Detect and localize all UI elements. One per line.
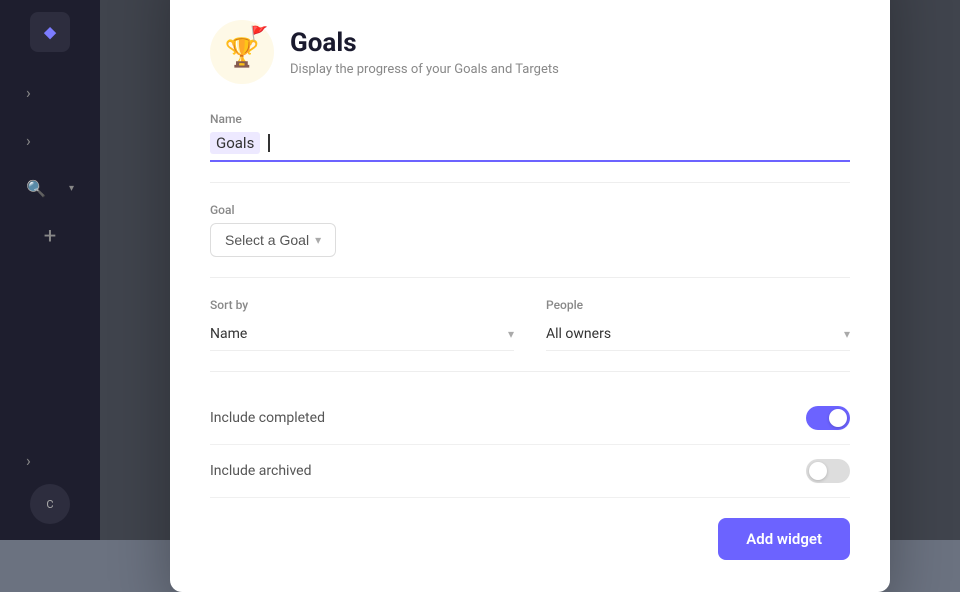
chevron-right-icon: › [26, 131, 31, 150]
people-chevron-icon: ▾ [844, 327, 850, 341]
sidebar-item-1[interactable]: › [20, 72, 80, 112]
sort-value: Name [210, 326, 247, 342]
sort-dropdown[interactable]: Name ▾ [210, 318, 514, 351]
sidebar-item-2[interactable]: › [20, 120, 80, 160]
people-dropdown[interactable]: All owners ▾ [546, 318, 850, 351]
sidebar: ⬥ › › 🔍 ▾ + › C [0, 0, 100, 540]
sidebar-logo[interactable]: ⬥ [30, 12, 70, 52]
sort-by-group: Sort by Name ▾ [210, 298, 514, 351]
toggle-thumb [829, 409, 847, 427]
text-cursor [268, 134, 270, 152]
search-icon: 🔍 [26, 179, 46, 198]
modal-subtitle: Display the progress of your Goals and T… [290, 62, 559, 77]
include-archived-row: Include archived [210, 445, 850, 498]
select-goal-button[interactable]: Select a Goal ▾ [210, 223, 336, 257]
logo-icon: ⬥ [44, 22, 57, 43]
sidebar-add-button[interactable]: + [30, 216, 70, 256]
include-archived-label: Include archived [210, 463, 311, 479]
name-value[interactable]: Goals [210, 132, 260, 154]
modal-footer: Add widget [210, 518, 850, 560]
people-value: All owners [546, 326, 611, 342]
flag-icon: 🚩 [251, 26, 268, 42]
goal-label: Goal [210, 203, 850, 217]
sort-label: Sort by [210, 298, 514, 312]
chevron-down-icon: ▾ [69, 183, 74, 194]
sort-people-section: Sort by Name ▾ People All owners ▾ [210, 298, 850, 372]
include-completed-label: Include completed [210, 410, 325, 426]
modal-title: Goals [290, 28, 559, 58]
sidebar-search[interactable]: 🔍 ▾ [20, 168, 80, 208]
select-goal-label: Select a Goal [225, 232, 309, 248]
name-label: Name [210, 112, 850, 126]
people-group: People All owners ▾ [546, 298, 850, 351]
goal-section: Goal Select a Goal ▾ [210, 203, 850, 278]
sort-chevron-icon: ▾ [508, 327, 514, 341]
toggle-thumb [809, 462, 827, 480]
sidebar-item-bottom[interactable]: › [20, 440, 80, 480]
main-area: × ‹ Back 🏆 🚩 Goals Display the progress … [100, 0, 960, 540]
modal-dialog: × ‹ Back 🏆 🚩 Goals Display the progress … [170, 0, 890, 592]
sidebar-item-circle[interactable]: C [30, 484, 70, 524]
name-section: Name Goals [210, 112, 850, 183]
chevron-down-icon: ▾ [315, 233, 321, 247]
modal-header: 🏆 🚩 Goals Display the progress of your G… [210, 20, 850, 84]
chevron-right-icon: › [26, 451, 31, 470]
chevron-right-icon: › [26, 83, 31, 102]
plus-icon: + [44, 224, 56, 249]
goals-icon-badge: 🏆 🚩 [210, 20, 274, 84]
avatar-icon: C [46, 498, 53, 511]
include-archived-toggle[interactable] [806, 459, 850, 483]
name-field-row: Goals [210, 132, 850, 162]
include-completed-row: Include completed [210, 392, 850, 445]
include-completed-toggle[interactable] [806, 406, 850, 430]
modal-title-group: Goals Display the progress of your Goals… [290, 28, 559, 77]
add-widget-button[interactable]: Add widget [718, 518, 850, 560]
people-label: People [546, 298, 850, 312]
